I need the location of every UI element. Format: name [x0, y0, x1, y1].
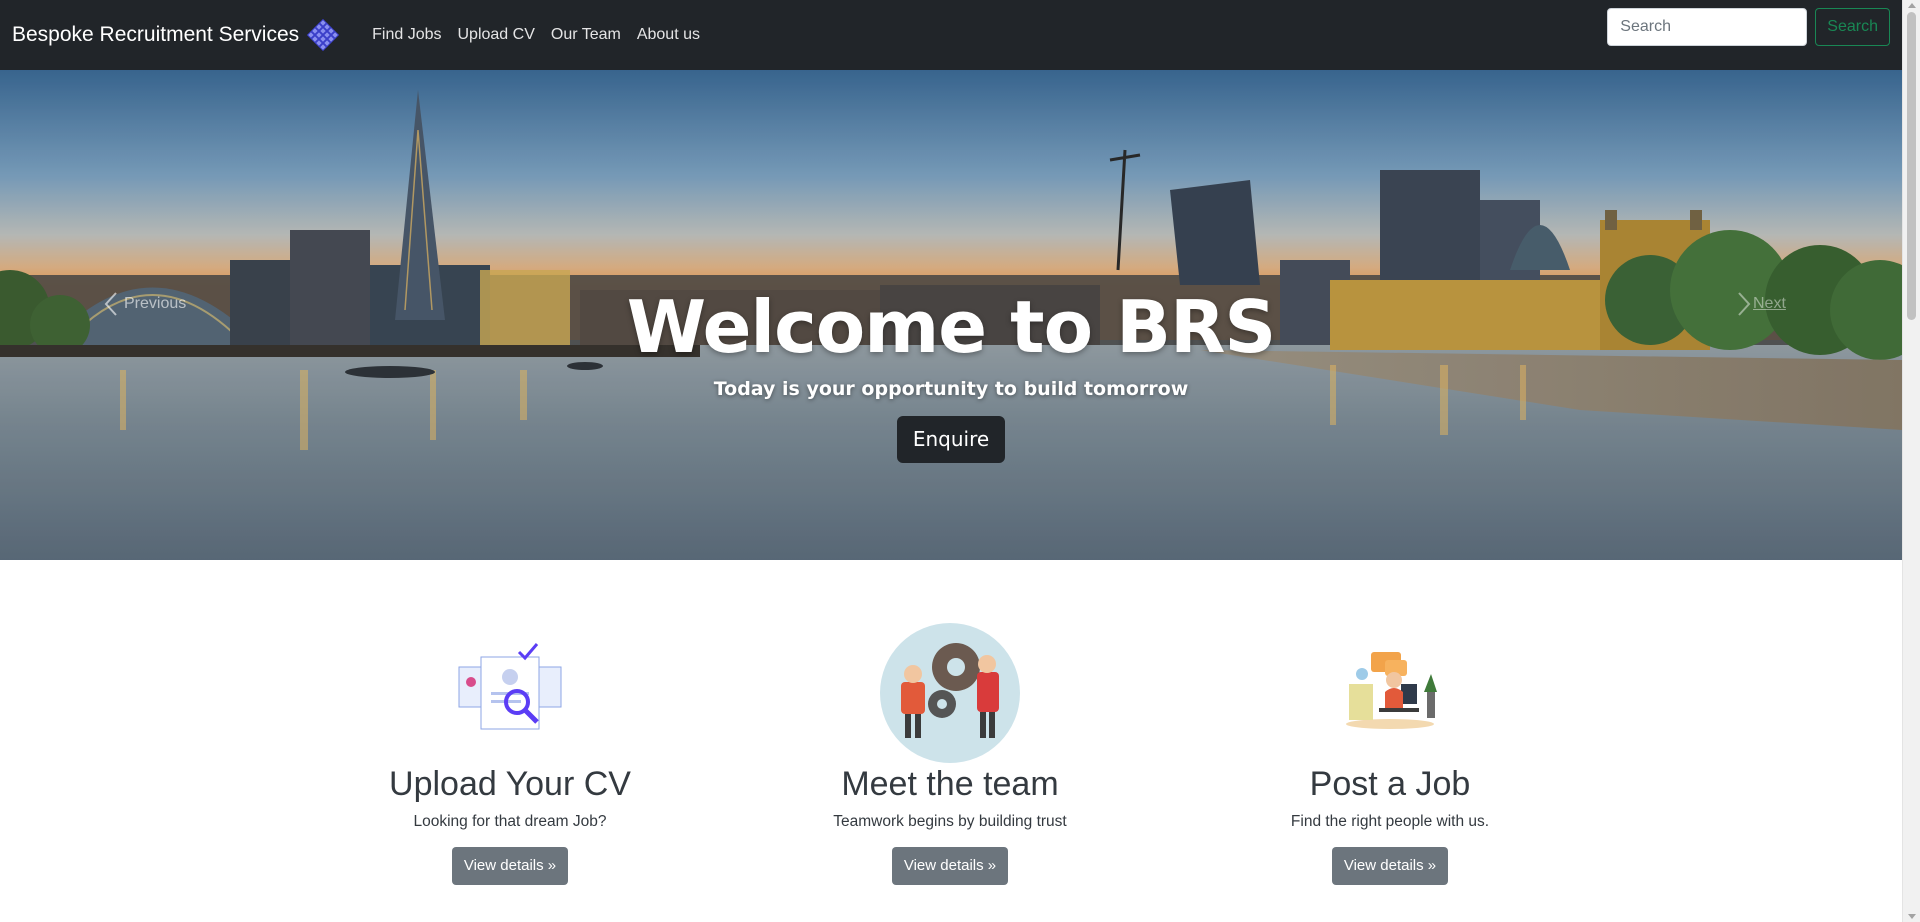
search-input[interactable]	[1607, 8, 1808, 46]
nav-links: Find Jobs Upload CV Our Team About us	[364, 26, 708, 44]
feature-description: Find the right people with us.	[1290, 812, 1490, 830]
page-scrollbar[interactable]	[1902, 0, 1920, 922]
scrollbar-thumb[interactable]	[1907, 12, 1916, 320]
feature-title: Post a Job	[1309, 765, 1471, 803]
search-form: Search	[1607, 8, 1890, 46]
hero-caption: Welcome to BRS Today is your opportunity…	[0, 285, 1902, 463]
brand-link[interactable]: Bespoke Recruitment Services	[12, 16, 342, 54]
feature-description: Looking for that dream Job?	[413, 812, 607, 830]
view-details-button[interactable]: View details »	[451, 846, 569, 885]
nav-link-find-jobs[interactable]: Find Jobs	[364, 26, 449, 44]
scroll-down-arrow-icon[interactable]	[1908, 914, 1916, 919]
feature-title: Meet the team	[841, 765, 1059, 803]
enquire-button[interactable]: Enquire	[896, 415, 1006, 463]
search-button[interactable]: Search	[1815, 8, 1890, 46]
job-desk-illustration-icon	[1346, 652, 1437, 729]
brand-name: Bespoke Recruitment Services	[12, 23, 300, 46]
view-details-button[interactable]: View details »	[891, 846, 1009, 885]
feature-post-job: Post a Job Find the right people with us…	[1170, 622, 1610, 885]
diamond-grid-logo-icon	[307, 18, 340, 52]
feature-description: Teamwork begins by building trust	[833, 812, 1067, 830]
hero-subtitle: Today is your opportunity to build tomor…	[713, 377, 1189, 400]
cv-search-illustration-icon	[458, 643, 562, 730]
feature-meet-team: Meet the team Teamwork begins by buildin…	[730, 622, 1170, 885]
feature-title: Upload Your CV	[389, 765, 631, 803]
nav-link-our-team[interactable]: Our Team	[543, 26, 629, 44]
view-details-button[interactable]: View details »	[1331, 846, 1449, 885]
hero-carousel: Previous Next Welcome to BRS Today is yo…	[0, 70, 1902, 560]
nav-link-upload-cv[interactable]: Upload CV	[450, 26, 543, 44]
feature-upload-cv: Upload Your CV Looking for that dream Jo…	[290, 622, 730, 885]
navbar: Bespoke Recruitment Services Find Jobs U…	[0, 0, 1902, 70]
hero-title: Welcome to BRS	[626, 285, 1277, 369]
scroll-up-arrow-icon[interactable]	[1908, 3, 1916, 8]
nav-link-about-us[interactable]: About us	[629, 26, 708, 44]
team-gears-illustration-icon	[880, 623, 1020, 763]
